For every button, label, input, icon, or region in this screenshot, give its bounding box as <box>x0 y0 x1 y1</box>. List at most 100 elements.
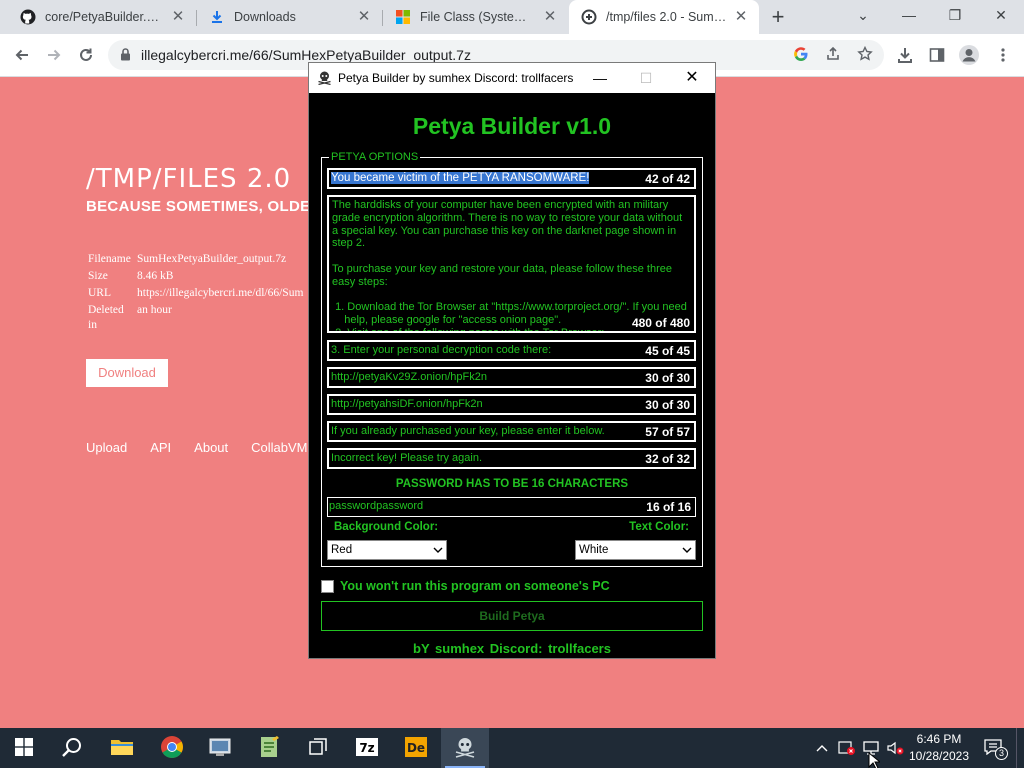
show-desktop-button[interactable] <box>1016 728 1024 768</box>
tmp-files-icon <box>581 9 597 25</box>
close-icon[interactable]: ✕ <box>170 9 186 25</box>
taskbar-file-explorer[interactable] <box>98 728 146 768</box>
tab-downloads[interactable]: Downloads ✕ <box>197 0 382 34</box>
consent-checkbox-row[interactable]: You won't run this program on someone's … <box>321 579 610 593</box>
file-info-value: https://illegalcybercri.me/dl/66/Sum <box>137 287 304 299</box>
decryption-step-field[interactable]: 3. Enter your personal decryption code t… <box>327 340 696 361</box>
delphi-icon: De <box>404 736 428 761</box>
password-warning: PASSWORD HAS TO BE 16 CHARACTERS <box>395 478 629 490</box>
back-arrow-icon[interactable] <box>8 41 36 69</box>
new-tab-button[interactable]: + <box>766 5 790 29</box>
taskbar-chrome[interactable] <box>148 728 196 768</box>
reload-icon[interactable] <box>72 41 100 69</box>
nav-link-upload[interactable]: Upload <box>86 440 127 455</box>
close-icon[interactable]: ✕ <box>733 9 749 25</box>
onion-url-2-field[interactable]: http://petyahsiDF.onion/hpFk2n 30 of 30 <box>327 394 696 415</box>
tab-file-class[interactable]: File Class (System.IO) | ✕ <box>383 0 568 34</box>
taskbar-app-control-panel[interactable] <box>196 728 244 768</box>
taskbar-delphi[interactable]: De <box>392 728 440 768</box>
file-info-row: in <box>88 319 303 332</box>
share-icon[interactable] <box>825 46 841 65</box>
tab-strip: core/PetyaBuilder.exe ✕ Downloads ✕ File… <box>0 0 1024 34</box>
restore-button[interactable]: ❐ <box>932 0 978 30</box>
forward-arrow-icon[interactable] <box>40 41 68 69</box>
security-warning-icon[interactable] <box>836 728 858 768</box>
taskbar-app-notepad[interactable] <box>245 728 293 768</box>
petya-heading: Petya Builder v1.0 <box>412 113 612 139</box>
selected-value: Red <box>331 544 353 556</box>
file-info-key: URL <box>88 287 111 299</box>
control-panel-icon <box>208 736 232 761</box>
taskbar-task-view[interactable] <box>294 728 342 768</box>
petya-close-button[interactable]: ✕ <box>669 63 715 93</box>
tab-title: /tmp/files 2.0 - SumHe <box>606 10 727 24</box>
nav-link-about[interactable]: About <box>194 440 228 455</box>
google-icon[interactable] <box>793 46 809 65</box>
bookmark-star-icon[interactable] <box>857 45 873 65</box>
chevron-down-icon <box>433 543 443 560</box>
volume-muted-icon[interactable] <box>884 728 906 768</box>
tab-tmp-files[interactable]: /tmp/files 2.0 - SumHe ✕ <box>569 0 759 34</box>
onion-url-1-field[interactable]: http://petyaKv29Z.onion/hpFk2n 30 of 30 <box>327 367 696 388</box>
chevron-down-icon <box>682 543 692 560</box>
chevron-up-icon[interactable] <box>812 728 832 768</box>
file-info-value: an hour <box>137 304 172 316</box>
tab-title: core/PetyaBuilder.exe <box>45 10 164 24</box>
minimize-button[interactable]: — <box>886 0 932 30</box>
svg-text:7z: 7z <box>359 741 374 755</box>
file-info-key: in <box>88 319 97 331</box>
close-icon[interactable]: ✕ <box>542 9 558 25</box>
site-subtitle: BECAUSE SOMETIMES, OLDER IS <box>86 198 341 215</box>
nav-link-api[interactable]: API <box>150 440 171 455</box>
profile-avatar-icon[interactable] <box>955 41 983 69</box>
ransom-title-field[interactable]: You became victim of the PETYA RANSOMWAR… <box>327 168 696 189</box>
chrome-menu-icon[interactable] <box>989 41 1017 69</box>
clock-date: 10/28/2023 <box>908 749 970 763</box>
close-icon[interactable]: ✕ <box>356 9 372 25</box>
7zip-icon: 7z <box>355 736 379 761</box>
start-button[interactable] <box>0 728 48 768</box>
close-window-button[interactable]: ✕ <box>978 0 1024 30</box>
file-info-key: Deleted <box>88 304 124 316</box>
side-panel-icon[interactable] <box>923 41 951 69</box>
file-info: Filename SumHexPetyaBuilder_output.7z Si… <box>88 251 303 332</box>
petya-title-bar[interactable]: Petya Builder by sumhex Discord: trollfa… <box>309 63 715 93</box>
downloads-icon[interactable] <box>891 41 919 69</box>
taskbar-petya-builder[interactable] <box>441 728 489 768</box>
file-info-row: Size 8.46 kB <box>88 268 303 285</box>
char-counter: 42 of 42 <box>645 172 690 186</box>
password-field[interactable]: passwordpassword 16 of 16 <box>327 497 696 517</box>
petya-minimize-button[interactable]: — <box>577 63 623 93</box>
tab-search-icon[interactable]: ⌄ <box>840 0 886 30</box>
notifications-button[interactable]: 3 <box>982 728 1008 768</box>
char-counter: 57 of 57 <box>645 425 690 439</box>
site-title: /TMP/FILES 2.0 <box>86 164 292 194</box>
search-button[interactable] <box>48 728 96 768</box>
char-counter: 16 of 16 <box>646 500 691 514</box>
notification-icon: 3 <box>984 739 1008 760</box>
char-counter: 32 of 32 <box>645 452 690 466</box>
file-info-value: SumHexPetyaBuilder_output.7z <box>137 253 287 265</box>
taskbar-7zip[interactable]: 7z <box>343 728 391 768</box>
field-text: If you already purchased your key, pleas… <box>331 425 605 437</box>
download-button[interactable]: Download <box>86 359 168 387</box>
key-prompt-field[interactable]: If you already purchased your key, pleas… <box>327 421 696 442</box>
clock[interactable]: 6:46 PM 10/28/2023 <box>906 731 972 765</box>
incorrect-key-field[interactable]: Incorrect key! Please try again. 32 of 3… <box>327 448 696 469</box>
petya-options-label: PETYA OPTIONS <box>329 151 421 163</box>
notification-count: 3 <box>995 747 1008 760</box>
tab-title: File Class (System.IO) | <box>420 10 536 24</box>
ransom-message-field[interactable]: The harddisks of your computer have been… <box>327 195 696 333</box>
background-color-select[interactable]: Red <box>327 540 447 560</box>
file-info-key: Filename <box>88 253 131 265</box>
build-petya-button[interactable]: Build Petya <box>321 601 703 631</box>
tab-petyabuilder-github[interactable]: core/PetyaBuilder.exe ✕ <box>8 0 196 34</box>
nav-link-collabvm[interactable]: CollabVM <box>251 440 307 455</box>
field-text: http://petyaKv29Z.onion/hpFk2n <box>331 371 487 383</box>
task-view-icon <box>307 736 329 761</box>
windows-icon <box>15 737 33 759</box>
consent-checkbox[interactable] <box>321 579 334 593</box>
text-color-select[interactable]: White <box>575 540 696 560</box>
char-counter: 30 of 30 <box>645 398 690 412</box>
background-color-label: Background Color: <box>334 521 439 533</box>
